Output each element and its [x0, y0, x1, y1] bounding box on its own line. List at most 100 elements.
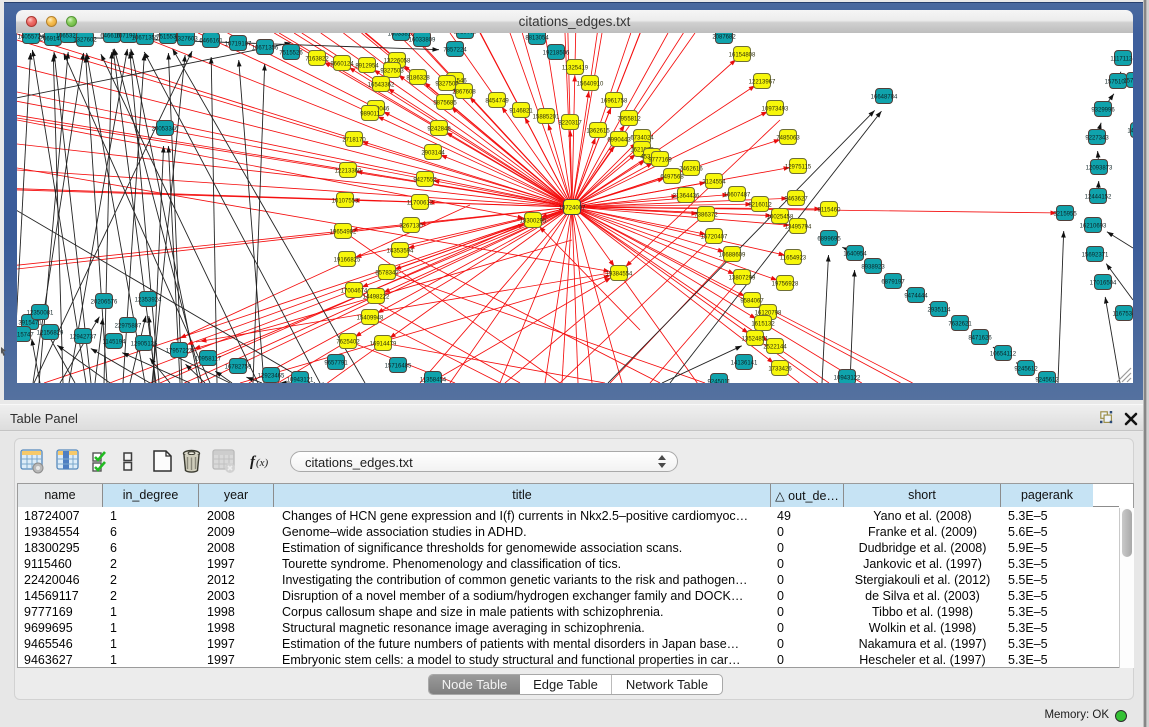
- svg-text:11171124: 11171124: [1110, 57, 1133, 63]
- svg-text:7625402: 7625402: [336, 340, 360, 346]
- svg-text:9245612: 9245612: [1014, 367, 1038, 373]
- svg-text:10719187: 10719187: [225, 42, 252, 48]
- svg-text:2935114: 2935114: [928, 308, 952, 314]
- svg-text:6466161: 6466161: [199, 39, 223, 45]
- svg-text:16961758: 16961758: [601, 99, 628, 105]
- svg-text:11358454: 11358454: [420, 378, 447, 384]
- svg-text:14353594: 14353594: [387, 249, 414, 255]
- svg-text:18724007: 18724007: [559, 206, 586, 212]
- svg-text:10654112: 10654112: [990, 352, 1017, 358]
- svg-text:15409948: 15409948: [357, 316, 384, 322]
- svg-text:9146821: 9146821: [509, 109, 533, 115]
- svg-text:16033809: 16033809: [409, 38, 436, 44]
- svg-text:7955812: 7955812: [617, 117, 641, 123]
- svg-text:16648784: 16648784: [871, 95, 898, 101]
- svg-text:989011: 989011: [360, 112, 380, 118]
- svg-text:9115460: 9115460: [818, 208, 842, 214]
- svg-text:1362615: 1362615: [586, 129, 610, 135]
- svg-text:9427552: 9427552: [413, 178, 437, 184]
- svg-text:18300295: 18300295: [520, 219, 547, 225]
- svg-text:9327503: 9327503: [380, 69, 404, 75]
- svg-text:(x): (x): [256, 457, 269, 469]
- svg-text:7515526: 7515526: [279, 51, 303, 57]
- svg-text:10671355: 10671355: [132, 36, 159, 42]
- svg-text:6216012: 6216012: [748, 203, 772, 209]
- svg-text:12923465: 12923465: [258, 374, 285, 380]
- svg-text:19218506: 19218506: [543, 51, 570, 57]
- svg-text:7857224: 7857224: [443, 48, 467, 54]
- svg-text:8454749: 8454749: [485, 99, 509, 105]
- svg-text:2718170: 2718170: [342, 138, 366, 144]
- svg-text:12444152: 12444152: [1085, 195, 1112, 201]
- svg-text:2087682: 2087682: [712, 35, 736, 41]
- svg-text:15720407: 15720407: [701, 235, 728, 241]
- svg-text:10688609: 10688609: [719, 253, 746, 259]
- svg-text:9463627: 9463627: [784, 197, 808, 203]
- svg-text:11700612: 11700612: [407, 201, 434, 207]
- svg-text:19756928: 19756928: [772, 282, 799, 288]
- svg-text:12213967: 12213967: [749, 80, 776, 86]
- svg-text:13807299: 13807299: [729, 276, 756, 282]
- svg-text:12975115: 12975115: [785, 165, 812, 171]
- svg-text:19384554: 19384554: [606, 272, 633, 278]
- svg-text:8813054: 8813054: [525, 36, 549, 42]
- svg-text:17957223: 17957223: [166, 349, 193, 355]
- svg-text:10607487: 10607487: [724, 193, 751, 199]
- svg-text:14498222: 14498222: [363, 295, 390, 301]
- svg-text:8660124: 8660124: [330, 62, 354, 68]
- svg-text:15692371: 15692371: [1082, 253, 1109, 259]
- svg-text:12350081: 12350081: [27, 311, 54, 317]
- svg-text:9227343: 9227343: [1085, 136, 1109, 142]
- svg-text:16543362: 16543362: [368, 83, 395, 89]
- svg-text:8813055: 8813055: [453, 33, 477, 36]
- svg-text:8912954: 8912954: [355, 64, 379, 70]
- svg-text:8220317: 8220317: [558, 121, 582, 127]
- svg-text:9584067: 9584067: [740, 299, 764, 305]
- svg-text:10943121: 10943121: [287, 378, 314, 384]
- svg-text:7163822: 7163822: [305, 57, 329, 63]
- svg-text:12905135: 12905135: [131, 342, 158, 348]
- svg-text:10973493: 10973493: [762, 107, 789, 113]
- svg-text:2903144: 2903144: [421, 151, 445, 157]
- svg-text:1575107: 1575107: [1123, 79, 1133, 85]
- svg-text:12213360: 12213360: [335, 169, 362, 175]
- svg-text:3215955: 3215955: [1053, 212, 1077, 218]
- svg-text:9657791: 9657791: [324, 361, 348, 367]
- svg-text:1615132: 1615132: [751, 322, 775, 328]
- svg-text:10943122: 10943122: [834, 376, 861, 382]
- svg-text:15640910: 15640910: [577, 82, 604, 88]
- svg-text:12353924: 12353924: [135, 298, 162, 304]
- svg-text:17016504: 17016504: [1090, 281, 1117, 287]
- svg-text:11654923: 11654923: [780, 256, 807, 262]
- svg-text:10958117: 10958117: [195, 357, 222, 363]
- svg-text:12942737: 12942737: [70, 335, 97, 341]
- svg-text:6899695: 6899695: [817, 237, 841, 243]
- svg-text:15885201: 15885201: [533, 115, 560, 121]
- svg-text:3915471: 3915471: [18, 321, 42, 327]
- svg-text:20053346: 20053346: [152, 127, 179, 133]
- svg-text:9245612: 9245612: [1035, 378, 1059, 384]
- svg-text:19654982: 19654982: [330, 230, 357, 236]
- svg-text:8938923: 8938923: [861, 265, 885, 271]
- svg-text:6879197: 6879197: [881, 280, 905, 286]
- svg-text:6990443: 6990443: [607, 138, 631, 144]
- svg-text:6497568: 6497568: [660, 175, 684, 181]
- svg-text:8186328: 8186328: [406, 76, 430, 82]
- svg-text:9242848: 9242848: [427, 127, 451, 133]
- svg-text:7485063: 7485063: [776, 136, 800, 142]
- svg-text:1915747: 1915747: [17, 333, 34, 339]
- svg-text:16210693: 16210693: [1080, 224, 1107, 230]
- svg-text:8578342: 8578342: [375, 271, 399, 277]
- svg-text:1327603: 1327603: [174, 37, 198, 43]
- svg-text:10107553: 10107553: [332, 199, 359, 205]
- svg-text:16154808: 16154808: [729, 53, 756, 59]
- svg-text:1733426: 1733426: [768, 367, 792, 373]
- svg-text:21364436: 21364436: [673, 194, 700, 200]
- svg-text:15716485: 15716485: [385, 364, 412, 370]
- svg-text:7632621: 7632621: [948, 322, 972, 328]
- svg-text:1327602: 1327602: [73, 38, 97, 44]
- svg-text:3267130: 3267130: [399, 224, 423, 230]
- svg-text:1145194: 1145194: [103, 340, 127, 346]
- svg-text:13495794: 13495794: [785, 225, 812, 231]
- svg-text:13524851: 13524851: [742, 337, 769, 343]
